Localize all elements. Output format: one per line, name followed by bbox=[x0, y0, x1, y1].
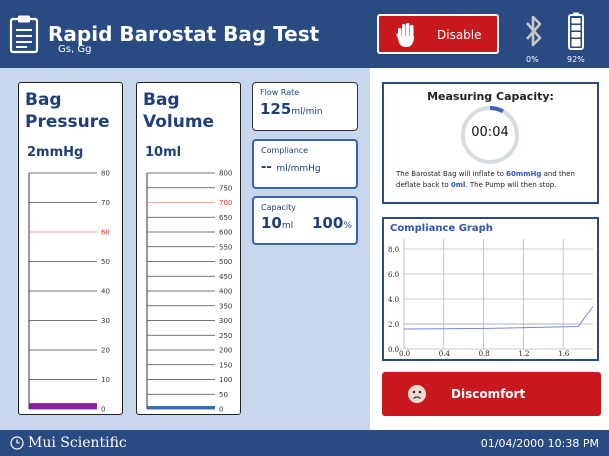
y-tick-label: 4.0 bbox=[388, 296, 399, 304]
y-tick-label: 8.0 bbox=[388, 246, 399, 254]
flow-rate-label: Flow Rate bbox=[260, 88, 300, 97]
bag-pressure-gauge: Bag Pressure 2mmHg 80 70 60 50 40 30 20 10 0 bbox=[18, 82, 123, 415]
y-tick-label: 0.0 bbox=[388, 346, 399, 354]
timer-value: 00:04 bbox=[471, 125, 509, 140]
compliance-graph: 8.0 6.0 4.0 2.0 0.0 0.0 0.4 0.8 1.2 1.6 bbox=[388, 239, 594, 358]
footer-datetime: 01/04/2000 10:38 PM bbox=[480, 437, 599, 450]
scale-tick-label: 550 bbox=[219, 243, 232, 251]
page-title: Rapid Barostat Bag Test bbox=[48, 22, 320, 46]
scale-tick-label: 80 bbox=[101, 170, 110, 178]
scale-tick-label: 60 bbox=[101, 229, 110, 237]
capacity-percent: 100 bbox=[312, 214, 344, 232]
compliance-card[interactable]: Compliance -- ml/mmHg bbox=[252, 139, 358, 189]
x-tick-label: 0.8 bbox=[479, 350, 490, 358]
scale-tick-label: 50 bbox=[101, 258, 110, 266]
bluetooth-percent: 0% bbox=[526, 55, 539, 64]
scale-tick-label: 50 bbox=[219, 391, 228, 399]
scale-tick-label: 350 bbox=[219, 302, 232, 310]
bag-volume-gauge: Bag Volume 10ml 800 750 700 650 600 550 500 450… bbox=[136, 82, 241, 415]
scale-tick-label: 30 bbox=[101, 317, 110, 325]
battery-percent: 92% bbox=[567, 55, 585, 64]
scale-tick-label: 750 bbox=[219, 184, 232, 192]
x-tick-label: 1.6 bbox=[558, 350, 570, 358]
measuring-description: The Barostat Bag will inflate to 60mmHg … bbox=[396, 170, 575, 189]
x-tick-label: 0.0 bbox=[399, 350, 410, 358]
scale-tick-label: 300 bbox=[219, 317, 232, 325]
scale-tick-label: 200 bbox=[219, 347, 232, 355]
level-bar bbox=[29, 403, 97, 409]
x-tick-label: 1.2 bbox=[518, 350, 529, 358]
scale-tick-label: 40 bbox=[101, 288, 110, 296]
level-bar bbox=[147, 406, 215, 409]
disable-button[interactable]: Disable bbox=[377, 14, 499, 54]
capacity-percent-unit: % bbox=[343, 221, 352, 231]
scale-tick-label: 0 bbox=[101, 406, 105, 414]
compliance-label: Compliance bbox=[261, 146, 309, 155]
capacity-card[interactable]: Capacity 10ml 100% bbox=[252, 196, 358, 245]
scale-tick-label: 20 bbox=[101, 347, 110, 355]
brand-name: Mui Scientific bbox=[28, 435, 127, 451]
scale-tick-label: 500 bbox=[219, 258, 232, 266]
measuring-capacity-box: Measuring Capacity: 00:04 The Barostat B… bbox=[382, 82, 599, 204]
clipboard-icon bbox=[9, 15, 39, 54]
measuring-title: Measuring Capacity: bbox=[427, 90, 554, 103]
x-tick-label: 0.4 bbox=[439, 350, 451, 358]
scale-tick-label: 250 bbox=[219, 332, 232, 340]
capacity-label: Capacity bbox=[261, 203, 296, 212]
scale-tick-label: 100 bbox=[219, 376, 232, 384]
discomfort-label: Discomfort bbox=[451, 387, 526, 401]
compliance-graph-box: Compliance Graph 8.0 6.0 4.0 2.0 0.0 0.0 0.4 0.… bbox=[382, 217, 599, 361]
compliance-unit: ml/mmHg bbox=[276, 164, 321, 174]
scale-tick-label: 0 bbox=[219, 406, 223, 414]
scale-tick-label: 450 bbox=[219, 273, 232, 281]
scale-tick-label: 10 bbox=[101, 376, 110, 384]
scale-tick-label: 70 bbox=[101, 199, 110, 207]
scale-tick-label: 400 bbox=[219, 288, 232, 296]
clock-icon bbox=[10, 436, 24, 450]
scale-tick-label: 800 bbox=[219, 170, 232, 178]
capacity-value: 10 bbox=[261, 214, 282, 232]
header-bar: Rapid Barostat Bag Test Gs, Gg Disable 0… bbox=[0, 0, 609, 68]
battery-icon bbox=[568, 12, 584, 50]
flow-rate-card[interactable]: Flow Rate 125ml/min bbox=[252, 82, 358, 131]
discomfort-button[interactable]: Discomfort bbox=[382, 372, 601, 416]
flow-rate-value: 125 bbox=[260, 100, 292, 118]
discomfort-face-icon bbox=[408, 385, 426, 403]
graph-series-line bbox=[403, 306, 594, 330]
y-tick-label: 6.0 bbox=[388, 271, 399, 279]
pressure-scale: 80 70 60 50 40 30 20 10 0 bbox=[28, 170, 110, 414]
hand-stop-icon bbox=[396, 23, 414, 47]
scale-tick-label: 150 bbox=[219, 361, 232, 369]
scale-tick-label: 650 bbox=[219, 214, 232, 222]
compliance-value: -- bbox=[261, 160, 272, 175]
volume-scale: 8007507006506005505004504003503002502001… bbox=[146, 170, 232, 414]
scale-tick-label: 700 bbox=[219, 199, 232, 207]
y-tick-label: 2.0 bbox=[388, 321, 399, 329]
capacity-unit: ml bbox=[281, 221, 294, 231]
bluetooth-icon[interactable] bbox=[524, 14, 544, 48]
footer-bar: Mui Scientific 01/04/2000 10:38 PM bbox=[0, 430, 609, 456]
page-subtitle: Gs, Gg bbox=[58, 44, 92, 55]
disable-label: Disable bbox=[437, 28, 482, 42]
flow-rate-unit: ml/min bbox=[291, 107, 323, 117]
scale-tick-label: 600 bbox=[219, 229, 232, 237]
